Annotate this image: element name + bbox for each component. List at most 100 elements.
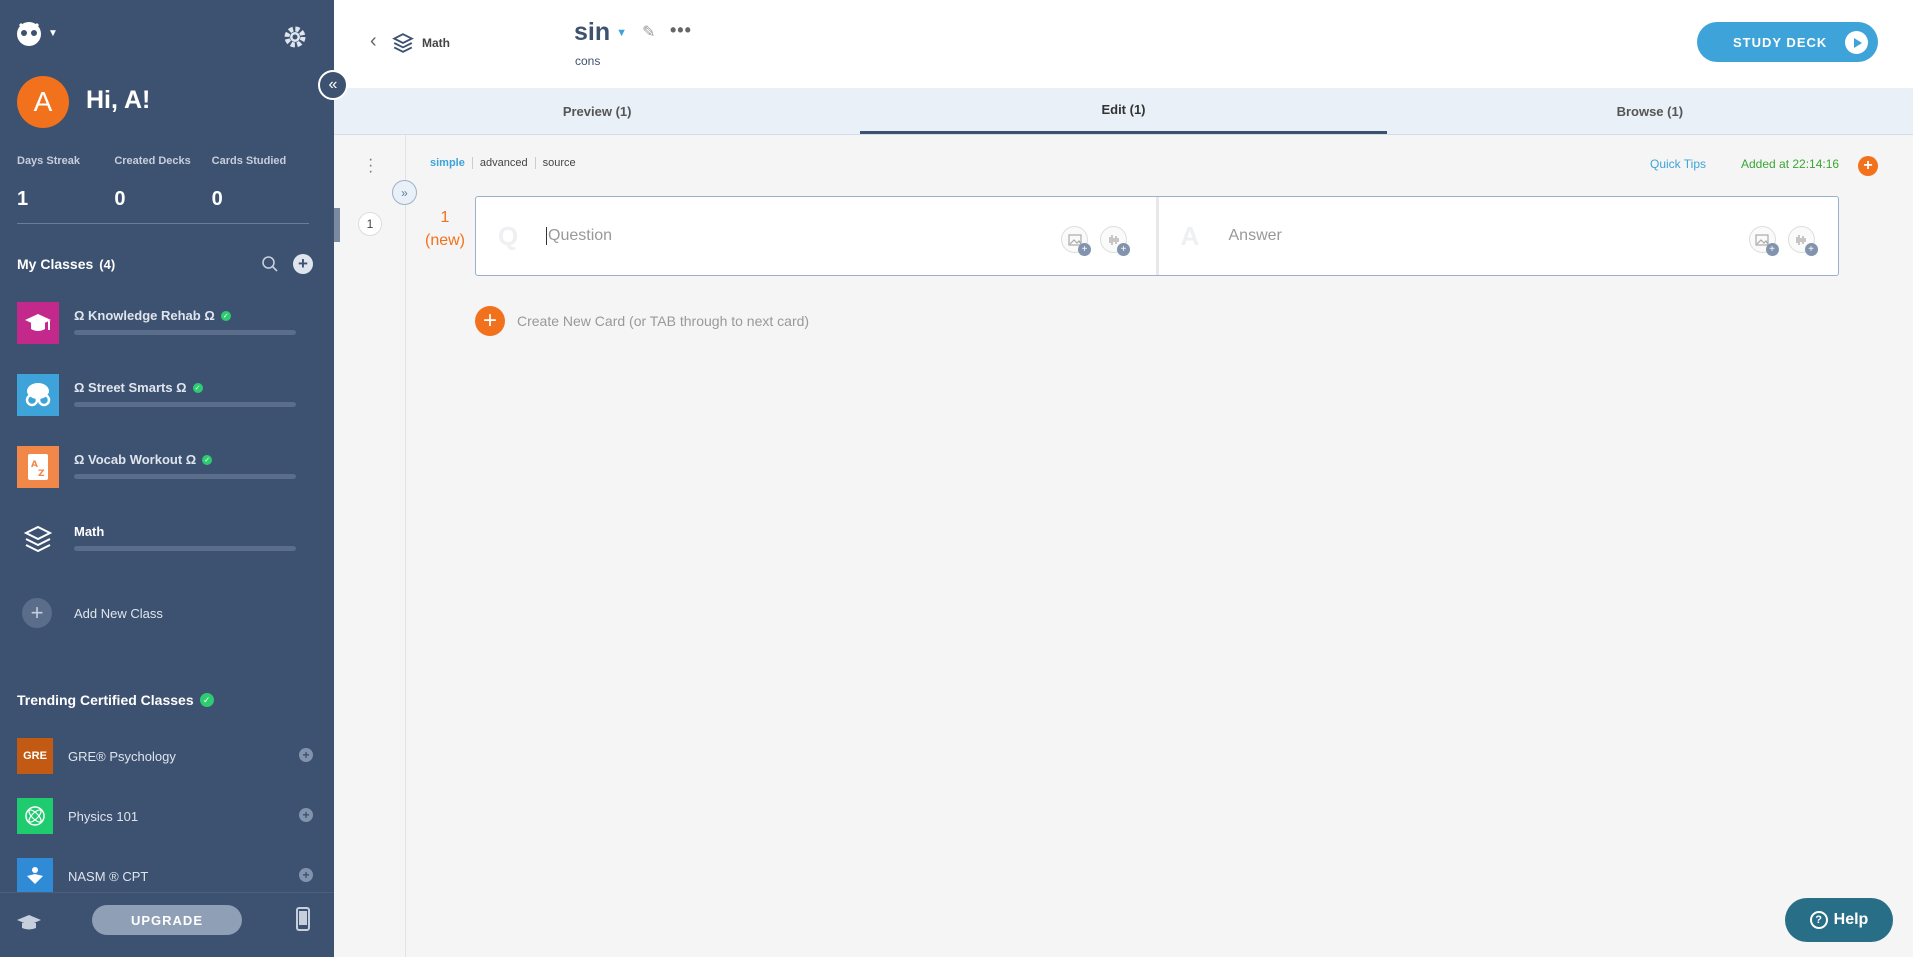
trending-title: Trending Certified Classes	[17, 692, 194, 708]
certified-check-icon: ✓	[220, 310, 231, 321]
avatar[interactable]: A	[17, 76, 69, 128]
double-chevron-left-icon: «	[328, 76, 338, 93]
dictionary-icon: AZ	[17, 446, 59, 488]
add-new-class-button[interactable]: + Add New Class	[22, 598, 163, 628]
my-classes-count: (4)	[99, 256, 116, 272]
answer-side[interactable]: A Answer + +	[1155, 197, 1839, 275]
class-progress-bar	[74, 330, 296, 335]
stat-cards-studied: Cards Studied 0	[212, 154, 309, 211]
class-name: Math	[74, 524, 104, 539]
layers-icon	[17, 518, 59, 560]
add-class-icon[interactable]: +	[299, 748, 313, 762]
help-button[interactable]: ? Help	[1785, 898, 1893, 942]
certified-check-icon: ✓	[199, 693, 214, 707]
class-progress-bar	[74, 402, 296, 407]
breadcrumb[interactable]: Math	[392, 32, 450, 54]
vertical-dots-icon[interactable]: · · ·	[368, 152, 373, 180]
trending-name: GRE® Psychology	[68, 749, 176, 764]
search-icon[interactable]	[261, 255, 279, 273]
help-label: Help	[1833, 911, 1869, 928]
add-class-icon[interactable]: +	[299, 868, 313, 882]
question-side[interactable]: Q Question + +	[476, 197, 1156, 275]
expand-gutter-button[interactable]: »	[392, 180, 417, 205]
trending-item-physics-101[interactable]: Physics 101 +	[17, 798, 313, 834]
tab-preview[interactable]: Preview (1)	[334, 88, 860, 134]
class-item-math[interactable]: Math	[17, 518, 313, 562]
chevron-down-icon: ▼	[48, 27, 58, 39]
class-item-vocab-workout[interactable]: AZ Ω Vocab Workout Ω ✓	[17, 446, 313, 490]
gear-icon[interactable]	[282, 24, 308, 50]
stat-value: 1	[17, 188, 29, 210]
create-new-card-button[interactable]: + Create New Card (or TAB through to nex…	[475, 306, 809, 336]
graduation-cap-icon[interactable]	[16, 913, 42, 933]
tab-edit[interactable]: Edit (1)	[860, 88, 1387, 134]
trending-item-gre-psychology[interactable]: GRE GRE® Psychology +	[17, 738, 313, 774]
mode-simple[interactable]: simple	[430, 157, 472, 169]
class-name: Ω Knowledge Rehab Ω ✓	[74, 308, 231, 323]
class-name-text: Ω Street Smarts Ω	[74, 380, 187, 395]
mode-advanced[interactable]: advanced	[471, 157, 535, 169]
plus-icon: +	[22, 598, 52, 628]
study-deck-button[interactable]: STUDY DECK	[1697, 22, 1878, 62]
back-chevron-icon[interactable]: ‹	[370, 30, 377, 53]
add-new-class-label: Add New Class	[74, 605, 163, 621]
add-class-icon[interactable]: +	[293, 254, 313, 274]
create-new-card-label: Create New Card (or TAB through to next …	[517, 313, 810, 329]
class-item-knowledge-rehab[interactable]: Ω Knowledge Rehab Ω ✓	[17, 302, 313, 346]
answer-input[interactable]: Answer	[1229, 227, 1282, 245]
stat-created-decks: Created Decks 0	[114, 154, 211, 211]
user-stats: Days Streak 1 Created Decks 0 Cards Stud…	[17, 154, 309, 224]
class-progress-bar	[74, 546, 296, 551]
my-classes-header: My Classes (4) +	[17, 254, 313, 274]
card-editor: Q Question + + A Answer + +	[475, 196, 1839, 276]
add-audio-icon[interactable]: +	[1100, 226, 1130, 256]
class-item-street-smarts[interactable]: Ω Street Smarts Ω ✓	[17, 374, 313, 418]
certified-check-icon: ✓	[202, 454, 213, 465]
question-mark-icon: ?	[1809, 911, 1828, 929]
add-card-icon[interactable]: +	[1858, 156, 1878, 176]
fitness-icon	[17, 858, 53, 894]
mobile-phone-icon[interactable]	[296, 907, 310, 931]
stat-value: 0	[114, 188, 126, 210]
add-image-icon[interactable]: +	[1748, 226, 1779, 256]
brainscape-logo-menu[interactable]: ▼	[14, 18, 58, 48]
answer-letter: A	[1180, 221, 1200, 251]
stat-label: Cards Studied	[211, 155, 287, 167]
upgrade-button[interactable]: UPGRADE	[92, 905, 242, 935]
plus-icon: +	[475, 306, 505, 336]
pencil-icon[interactable]: ✎	[642, 22, 655, 42]
trending-header: Trending Certified Classes ✓	[17, 692, 214, 708]
breadcrumb-label: Math	[422, 36, 450, 50]
double-chevron-right-icon: »	[401, 185, 408, 200]
question-input[interactable]: Question	[546, 227, 612, 245]
deck-title[interactable]: sin ▼	[574, 18, 627, 47]
mode-source[interactable]: source	[534, 157, 583, 169]
certified-check-icon: ✓	[192, 382, 203, 393]
collapse-sidebar-button[interactable]: «	[318, 70, 348, 100]
layers-icon	[392, 33, 414, 53]
plus-icon: +	[1804, 243, 1818, 256]
my-classes-title: My Classes	[17, 256, 94, 272]
gre-logo-text: GRE	[23, 750, 47, 762]
svg-text:Z: Z	[38, 469, 45, 479]
deck-header: ‹ Math sin ▼ cons ✎ ••• STUDY DECK	[334, 0, 1913, 88]
more-options-icon[interactable]: •••	[670, 20, 692, 41]
play-icon	[1845, 31, 1868, 54]
add-class-icon[interactable]: +	[299, 808, 313, 822]
quick-tips-link[interactable]: Quick Tips	[1650, 157, 1706, 171]
deck-subtitle: cons	[575, 54, 601, 68]
added-at-status: Added at 22:14:16	[1741, 157, 1840, 171]
add-audio-icon[interactable]: +	[1787, 226, 1818, 256]
card-number[interactable]: 1	[358, 212, 382, 236]
tab-browse[interactable]: Browse (1)	[1387, 88, 1913, 134]
avatar-letter: A	[33, 86, 53, 117]
sidebar: ▼ A Hi, A! Days Streak 1 Created Decks 0…	[0, 0, 334, 957]
question-letter: Q	[498, 221, 519, 251]
plus-icon: +	[1117, 243, 1130, 256]
trending-item-nasm-cpt[interactable]: NASM ® CPT +	[17, 858, 313, 894]
graduation-cap-icon	[17, 302, 59, 344]
class-name-text: Ω Knowledge Rehab Ω	[74, 308, 215, 323]
scroll-marker[interactable]	[334, 208, 340, 242]
add-image-icon[interactable]: +	[1061, 226, 1091, 256]
trending-name: NASM ® CPT	[68, 869, 149, 884]
